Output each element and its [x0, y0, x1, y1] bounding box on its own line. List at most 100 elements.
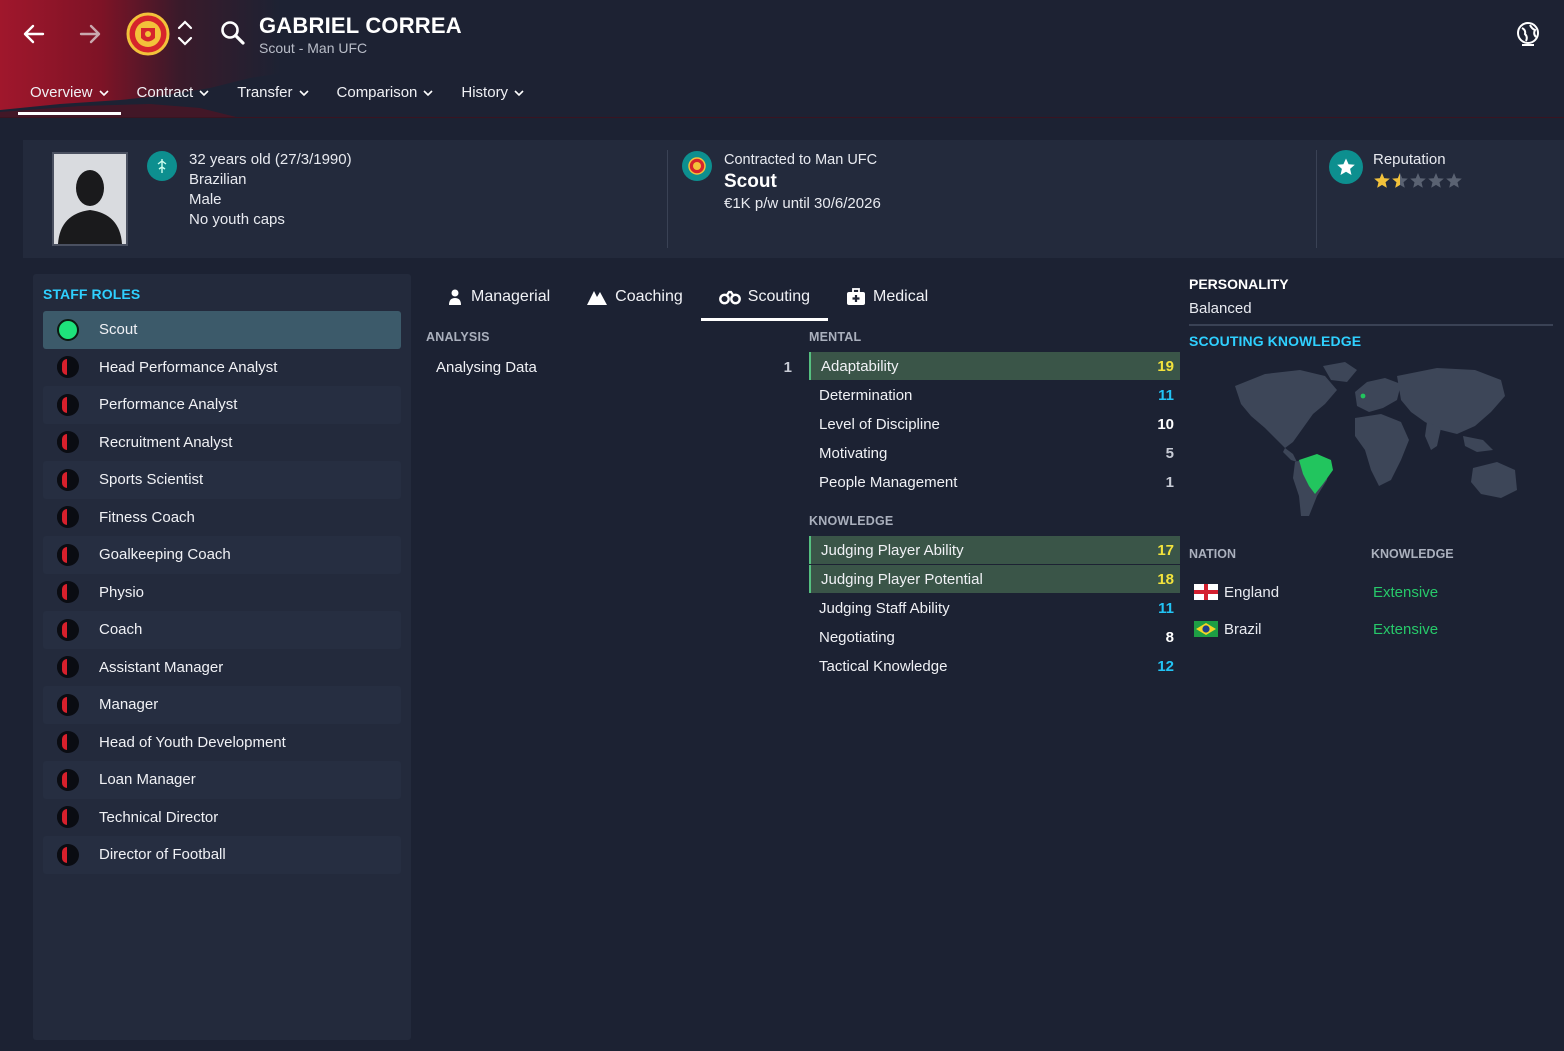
staff-role-item[interactable]: Fitness Coach	[43, 499, 401, 537]
tab-history[interactable]: History	[449, 78, 536, 111]
role-suitability-low-icon	[57, 806, 79, 829]
tab-coaching[interactable]: Coaching	[568, 280, 701, 320]
attribute-label: Level of Discipline	[819, 415, 940, 433]
attribute-row[interactable]: Level of Discipline 10	[809, 410, 1180, 438]
role-suitability-low-icon	[57, 393, 79, 416]
staff-role-item[interactable]: Loan Manager	[43, 761, 401, 799]
attribute-label: Analysing Data	[436, 358, 537, 376]
staff-role-label: Fitness Coach	[99, 508, 195, 526]
attribute-value: 12	[1157, 657, 1174, 675]
staff-role-item[interactable]: Performance Analyst	[43, 386, 401, 424]
attribute-row[interactable]: Motivating 5	[809, 439, 1180, 467]
tab-label: Contract	[136, 84, 194, 101]
attribute-row[interactable]: Judging Staff Ability 11	[809, 594, 1180, 622]
profile-summary: 32 years old (27/3/1990) Brazilian Male …	[23, 140, 1564, 258]
role-suitability-low-icon	[57, 731, 79, 754]
tab-transfer[interactable]: Transfer	[225, 78, 320, 111]
attribute-row[interactable]: Tactical Knowledge 12	[809, 652, 1180, 680]
knowledge-column-heading: KNOWLEDGE	[1371, 547, 1454, 561]
tab-label: Transfer	[237, 84, 293, 101]
staff-role-item[interactable]: Sports Scientist	[43, 461, 401, 499]
attribute-value: 5	[1165, 444, 1174, 462]
attribute-value: 11	[1158, 599, 1174, 617]
attribute-row[interactable]: Judging Player Ability 17	[809, 536, 1180, 564]
staff-roles-panel: STAFF ROLES Scout Head Performance Analys…	[33, 274, 411, 1040]
attribute-label: Determination	[819, 386, 913, 404]
staff-role-item[interactable]: Assistant Manager	[43, 649, 401, 687]
attribute-row[interactable]: People Management 1	[809, 468, 1180, 496]
staff-role-label: Loan Manager	[99, 771, 196, 789]
world-globe-icon[interactable]	[1514, 20, 1542, 48]
staff-role-label: Goalkeeping Coach	[99, 546, 231, 564]
staff-role-label: Head of Youth Development	[99, 733, 286, 751]
attribute-value: 10	[1157, 415, 1174, 433]
staff-role-item[interactable]: Manager	[43, 686, 401, 724]
staff-role-item[interactable]: Head Performance Analyst	[43, 349, 401, 387]
staff-role-item[interactable]: Scout	[43, 311, 401, 349]
medkit-icon	[847, 288, 866, 305]
attribute-row[interactable]: Determination 11	[809, 381, 1180, 409]
attribute-value: 1	[783, 358, 792, 376]
nationality-text: Brazilian	[189, 171, 247, 188]
gender-text: Male	[189, 191, 222, 208]
club-badge-icon[interactable]	[126, 12, 170, 56]
personal-details: 32 years old (27/3/1990) Brazilian Male …	[189, 150, 352, 230]
staff-role-label: Technical Director	[99, 808, 219, 826]
tab-medical[interactable]: Medical	[828, 280, 946, 320]
attribute-tabs: Managerial Coaching Scouting Medical	[428, 280, 946, 321]
tab-managerial[interactable]: Managerial	[428, 280, 568, 320]
reputation-star-icon	[1428, 173, 1444, 188]
staff-photo	[52, 152, 128, 246]
attribute-row[interactable]: Judging Player Potential 18	[809, 565, 1180, 593]
staff-role-item[interactable]: Head of Youth Development	[43, 724, 401, 762]
search-icon[interactable]	[218, 18, 248, 48]
tab-contract[interactable]: Contract	[125, 78, 222, 111]
wage-line: €1K p/w until 30/6/2026	[724, 195, 881, 212]
nation-knowledge-row[interactable]: England Extensive	[1189, 575, 1553, 609]
greenland-shape	[1323, 362, 1357, 382]
attribute-label: Judging Player Ability	[821, 541, 964, 559]
attribute-row[interactable]: Adaptability 19	[809, 352, 1180, 380]
staff-roles-heading: STAFF ROLES	[43, 286, 141, 302]
staff-role-item[interactable]: Technical Director	[43, 799, 401, 837]
attribute-value: 17	[1157, 541, 1174, 559]
role-suitability-low-icon	[57, 693, 79, 716]
staff-role-item[interactable]: Goalkeeping Coach	[43, 536, 401, 574]
role-suitability-low-icon	[57, 581, 79, 604]
attribute-row: Analysing Data 1	[426, 353, 798, 381]
world-map	[1235, 362, 1517, 516]
silhouette-icon	[54, 154, 126, 244]
staff-role-item[interactable]: Director of Football	[43, 836, 401, 874]
staff-role-item[interactable]: Recruitment Analyst	[43, 424, 401, 462]
back-button[interactable]	[18, 18, 50, 50]
reputation-stars	[1373, 172, 1463, 189]
nation-knowledge-row[interactable]: Brazil Extensive	[1189, 612, 1553, 646]
attribute-label: Judging Staff Ability	[819, 599, 950, 617]
staff-role-label: Sports Scientist	[99, 471, 204, 489]
staff-role-item[interactable]: Coach	[43, 611, 401, 649]
knowledge-heading: KNOWLEDGE	[809, 514, 894, 528]
central-america-shape	[1283, 448, 1297, 462]
analysis-heading: ANALYSIS	[426, 330, 490, 344]
switch-player-icon[interactable]	[176, 16, 194, 50]
role-suitability-low-icon	[57, 356, 79, 379]
tab-comparison[interactable]: Comparison	[325, 78, 446, 111]
attribute-row[interactable]: Negotiating 8	[809, 623, 1180, 651]
contract-line: Contracted to Man UFC	[724, 152, 878, 168]
divider	[1189, 324, 1553, 326]
tab-overview[interactable]: Overview	[18, 78, 121, 115]
tab-label: Coaching	[615, 288, 683, 305]
attribute-label: People Management	[819, 473, 958, 491]
divider	[1316, 150, 1317, 248]
attribute-value: 19	[1157, 357, 1174, 375]
age-line: 32 years old (27/3/1990)	[189, 151, 352, 168]
tab-scouting[interactable]: Scouting	[700, 280, 829, 321]
forward-button[interactable]	[74, 18, 106, 50]
divider	[667, 150, 668, 248]
asia-shape	[1397, 368, 1505, 434]
staff-role-item[interactable]: Physio	[43, 574, 401, 612]
reputation-star-icon	[1374, 173, 1390, 188]
tab-label: Managerial	[471, 288, 551, 305]
role-suitability-low-icon	[57, 431, 79, 454]
africa-shape	[1355, 414, 1409, 486]
